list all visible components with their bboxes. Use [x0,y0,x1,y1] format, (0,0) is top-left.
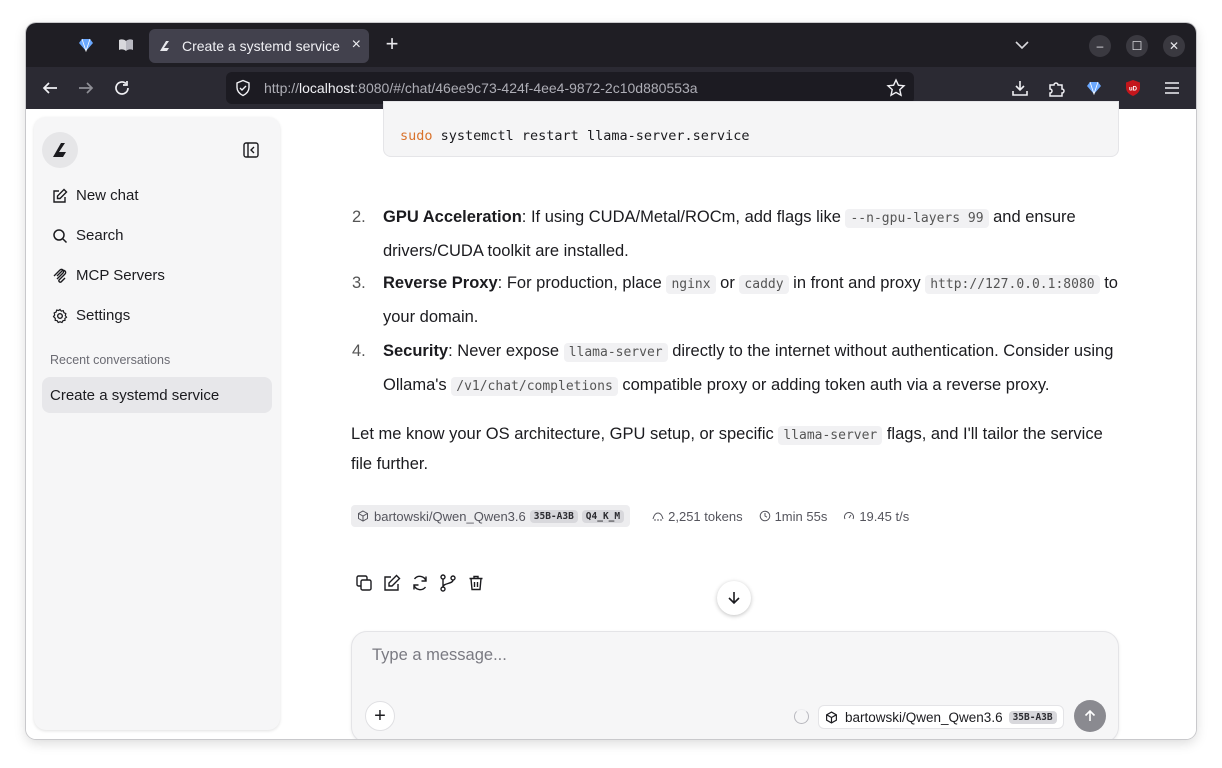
downloads-icon[interactable] [1009,77,1031,99]
sidebar-item-settings[interactable]: Settings [52,307,130,324]
inline-code: http://127.0.0.1:8080 [925,275,1100,294]
package-icon [358,510,368,522]
loading-spinner-icon [794,709,809,724]
gear-icon [52,308,68,323]
arrow-up-icon [1084,709,1096,721]
model-chip: bartowski/Qwen_Qwen3.6 35B-A3B Q4_K_M [351,505,631,527]
reload-button[interactable] [111,77,133,99]
closing-paragraph: Let me know your OS architecture, GPU se… [351,425,1103,473]
arrow-down-icon [728,592,740,605]
list-item: 2. GPU Acceleration: If using CUDA/Metal… [352,208,1076,260]
back-button[interactable] [39,77,61,99]
sidebar-item-mcp-servers[interactable]: MCP Servers [52,267,165,284]
page-content: New chat Search MCP Servers Settings Rec… [26,101,1196,739]
message-input-placeholder[interactable]: Type a message... [372,646,507,665]
message-meta: bartowski/Qwen_Qwen3.6 35B-A3B Q4_K_M 2,… [351,505,909,527]
sidebar: New chat Search MCP Servers Settings Rec… [34,117,280,730]
sidebar-item-new-chat[interactable]: New chat [52,187,139,204]
forward-button[interactable] [75,77,97,99]
extension-gem-icon[interactable] [1083,77,1105,99]
mcp-icon [53,268,67,283]
list-item: 4. Security: Never expose llama-server d… [352,342,1114,396]
pinned-tab-book-icon[interactable] [114,33,138,57]
inline-code: llama-server [778,426,883,445]
model-size-badge: 35B-A3B [1008,710,1057,724]
tab-title: Create a systemd service [182,38,340,54]
message-actions [355,574,495,592]
inline-code: --n-gpu-layers 99 [845,209,989,228]
list-tabs-chevron-down-icon[interactable] [1012,35,1032,55]
url-text: http://localhost:8080/#/chat/46ee9c73-42… [264,80,698,96]
message-composer[interactable]: Type a message... + bartowski/Qwen_Qwen3… [351,631,1119,739]
tokens-icon [652,512,664,521]
collapse-sidebar-icon[interactable] [242,141,260,159]
model-name: bartowski/Qwen_Qwen3.6 [374,508,526,524]
svg-text:uD: uD [1129,87,1138,93]
inline-code: caddy [739,275,789,294]
quant-badge: Q4_K_M [581,509,625,523]
regenerate-icon[interactable] [411,574,429,592]
clock-icon [759,510,770,522]
search-icon [53,228,68,243]
url-bar[interactable]: http://localhost:8080/#/chat/46ee9c73-42… [226,72,914,104]
minimize-button[interactable]: – [1089,35,1111,57]
code-line: sudo systemctl restart llama-server.serv… [400,128,750,144]
inline-code: nginx [666,275,716,294]
token-count: 2,251 tokens [652,509,743,524]
edit-message-icon[interactable] [383,574,401,592]
code-block: sudo systemctl restart llama-server.serv… [383,101,1119,157]
step-title: Reverse Proxy [383,274,498,292]
model-selector[interactable]: bartowski/Qwen_Qwen3.6 35B-A3B [818,705,1064,729]
duration: 1min 55s [759,509,827,524]
sidebar-item-label: Search [76,227,124,244]
step-title: Security [383,342,449,360]
ublock-shield-icon[interactable]: uD [1122,77,1144,99]
send-button[interactable] [1074,700,1106,732]
step-title: GPU Acceleration [383,208,522,226]
pinned-tab-gem-icon[interactable] [74,33,98,57]
attach-button[interactable]: + [365,701,395,731]
gauge-icon [844,512,855,520]
edit-icon [53,188,68,203]
llama-favicon-icon [157,38,173,54]
new-tab-button[interactable]: + [380,33,404,55]
bookmark-star-icon[interactable] [886,78,906,98]
browser-window: Create a systemd service × + – ☐ ✕ http:… [26,23,1196,739]
list-item: 3. Reverse Proxy: For production, place … [352,274,1118,326]
trash-icon[interactable] [467,574,485,592]
inline-code: llama-server [563,343,668,362]
tab-active[interactable]: Create a systemd service × [149,29,369,63]
speed: 19.45 t/s [843,509,909,524]
recent-conversations-heading: Recent conversations [50,353,171,367]
model-size-badge: 35B-A3B [529,509,578,523]
extensions-puzzle-icon[interactable] [1045,77,1067,99]
copy-icon[interactable] [355,574,373,592]
sidebar-item-search[interactable]: Search [52,227,124,244]
close-window-button[interactable]: ✕ [1163,35,1185,57]
model-selector-label: bartowski/Qwen_Qwen3.6 [845,709,1003,725]
inline-code: /v1/chat/completions [451,377,618,396]
maximize-button[interactable]: ☐ [1126,35,1148,57]
tab-strip: Create a systemd service × + – ☐ ✕ [26,23,1196,67]
tab-close-icon[interactable]: × [352,37,361,53]
conversation-item[interactable]: Create a systemd service [42,377,272,413]
menu-hamburger-icon[interactable] [1161,77,1183,99]
sidebar-item-label: New chat [76,187,139,204]
sidebar-item-label: MCP Servers [76,267,165,284]
app-logo[interactable] [42,132,78,168]
sidebar-item-label: Settings [76,307,131,324]
tracking-shield-icon[interactable] [234,79,252,97]
scroll-to-bottom-button[interactable] [717,581,751,615]
package-icon [826,710,837,724]
branch-icon[interactable] [439,574,457,592]
